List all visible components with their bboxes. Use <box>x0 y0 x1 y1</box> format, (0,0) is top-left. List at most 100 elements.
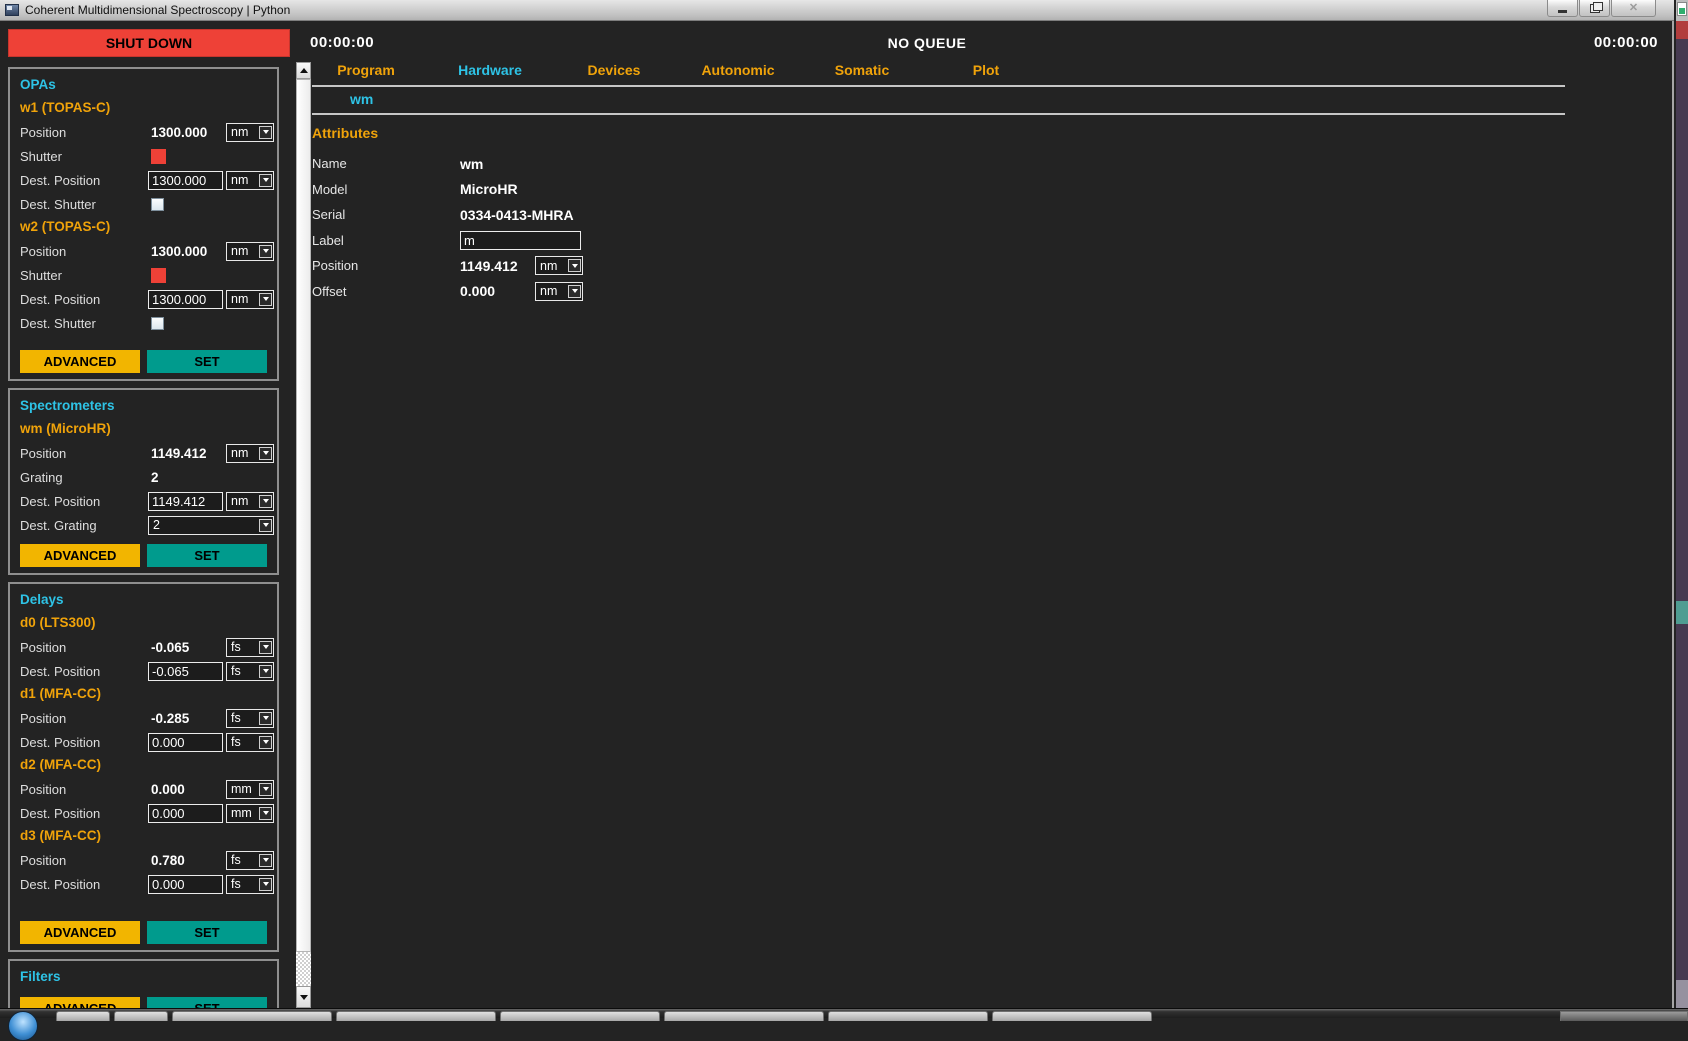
scroll-up-button[interactable] <box>296 62 311 79</box>
unit-select[interactable]: nm <box>226 242 274 261</box>
attribute-row: Serial0334-0413-MHRA <box>312 202 1565 228</box>
taskbar-button[interactable] <box>172 1011 332 1021</box>
chevron-down-icon <box>259 878 272 891</box>
window-controls: ✕ <box>1546 0 1656 17</box>
field-label: Grating <box>20 470 148 485</box>
unit-select[interactable]: fs <box>226 662 274 681</box>
field-label: Position <box>20 711 148 726</box>
unit-select[interactable]: nm <box>226 123 274 142</box>
restore-button[interactable] <box>1579 0 1610 17</box>
close-button[interactable]: ✕ <box>1611 0 1656 17</box>
label-input[interactable] <box>460 231 581 250</box>
background-app-icon <box>1677 2 1687 16</box>
device-name: d1 (MFA-CC) <box>20 683 267 706</box>
chevron-down-icon <box>259 641 272 654</box>
tab-autonomic[interactable]: Autonomic <box>676 62 800 78</box>
tab-somatic[interactable]: Somatic <box>800 62 924 78</box>
set-button[interactable]: SET <box>147 350 267 373</box>
attribute-label: Serial <box>312 207 460 222</box>
field-label: Position <box>20 125 148 140</box>
attribute-row: Position1149.412nm <box>312 253 1565 279</box>
taskbar-button[interactable] <box>992 1011 1152 1021</box>
unit-select-value: nm <box>536 260 568 273</box>
unit-select[interactable]: fs <box>226 851 274 870</box>
field-input[interactable] <box>148 804 223 823</box>
shutdown-button[interactable]: SHUT DOWN <box>8 29 290 57</box>
unit-select[interactable]: nm <box>226 290 274 309</box>
field-row: Shutter <box>20 144 267 168</box>
unit-select-value: mm <box>227 807 259 820</box>
unit-select[interactable]: fs <box>226 709 274 728</box>
scroll-down-button[interactable] <box>296 986 311 1008</box>
field-value: 1149.412 <box>148 446 226 461</box>
checkbox[interactable] <box>151 317 164 330</box>
field-label: Position <box>20 782 148 797</box>
unit-select[interactable]: nm <box>535 256 583 275</box>
chevron-down-icon <box>568 285 581 298</box>
attribute-label: Offset <box>312 284 460 299</box>
unit-select[interactable]: fs <box>226 875 274 894</box>
section-heading: Delays <box>20 590 267 612</box>
chevron-down-icon <box>259 245 272 258</box>
tab-hardware[interactable]: Hardware <box>428 62 552 78</box>
checkbox[interactable] <box>151 198 164 211</box>
hardware-sidebar: OPAsw1 (TOPAS-C)Position1300.000nmShutte… <box>8 67 279 1018</box>
chevron-down-icon <box>259 174 272 187</box>
set-button[interactable]: SET <box>147 544 267 567</box>
unit-select[interactable]: nm <box>226 171 274 190</box>
window-title: Coherent Multidimensional Spectroscopy |… <box>25 3 290 17</box>
scrollbar-track[interactable] <box>296 952 311 986</box>
chevron-down-icon <box>259 293 272 306</box>
field-label: Shutter <box>20 268 148 283</box>
unit-select[interactable]: nm <box>226 492 274 511</box>
unit-select[interactable]: nm <box>535 282 583 301</box>
advanced-button[interactable]: ADVANCED <box>20 544 140 567</box>
grating-select-value: 2 <box>149 519 259 532</box>
field-input[interactable] <box>148 290 223 309</box>
unit-select[interactable]: mm <box>226 804 274 823</box>
device-name: w2 (TOPAS-C) <box>20 216 267 239</box>
field-input[interactable] <box>148 733 223 752</box>
unit-select-value: nm <box>227 293 259 306</box>
unit-select-value: fs <box>227 736 259 749</box>
taskbar-button[interactable] <box>828 1011 988 1021</box>
advanced-button[interactable]: ADVANCED <box>20 350 140 373</box>
field-input[interactable] <box>148 875 223 894</box>
queue-status: NO QUEUE <box>312 35 1542 51</box>
tab-program[interactable]: Program <box>304 62 428 78</box>
tab-separator <box>312 85 1565 87</box>
grating-select[interactable]: 2 <box>148 516 274 535</box>
unit-select[interactable]: fs <box>226 638 274 657</box>
tab-devices[interactable]: Devices <box>552 62 676 78</box>
field-label: Dest. Position <box>20 664 148 679</box>
taskbar-button[interactable] <box>500 1011 660 1021</box>
sidebar-scrollbar[interactable] <box>296 62 311 1008</box>
field-input[interactable] <box>148 492 223 511</box>
set-button[interactable]: SET <box>147 921 267 944</box>
section-delays: Delaysd0 (LTS300)Position-0.065fsDest. P… <box>8 582 279 952</box>
taskbar-button[interactable] <box>336 1011 496 1021</box>
background-window-strip <box>1676 0 1688 1018</box>
subtab-wm[interactable]: wm <box>350 91 373 107</box>
start-orb-icon[interactable] <box>8 1011 38 1041</box>
unit-select[interactable]: mm <box>226 780 274 799</box>
field-input[interactable] <box>148 662 223 681</box>
attributes-panel: Attributes NamewmModelMicroHRSerial0334-… <box>312 117 1565 304</box>
attribute-label: Label <box>312 233 460 248</box>
background-red-block <box>1676 21 1688 39</box>
field-row: Shutter <box>20 263 267 287</box>
scrollbar-thumb[interactable] <box>296 79 311 952</box>
minimize-button[interactable] <box>1547 0 1578 17</box>
field-label: Position <box>20 446 148 461</box>
unit-select[interactable]: fs <box>226 733 274 752</box>
taskbar-button[interactable] <box>114 1011 168 1021</box>
unit-select[interactable]: nm <box>226 444 274 463</box>
background-light-block <box>1676 980 1688 1008</box>
field-row: Dest. Positionfs <box>20 872 267 896</box>
tab-plot[interactable]: Plot <box>924 62 1048 78</box>
taskbar-button[interactable] <box>56 1011 110 1021</box>
taskbar-button[interactable] <box>664 1011 824 1021</box>
field-input[interactable] <box>148 171 223 190</box>
section-buttons: ADVANCED SET <box>20 350 267 373</box>
advanced-button[interactable]: ADVANCED <box>20 921 140 944</box>
